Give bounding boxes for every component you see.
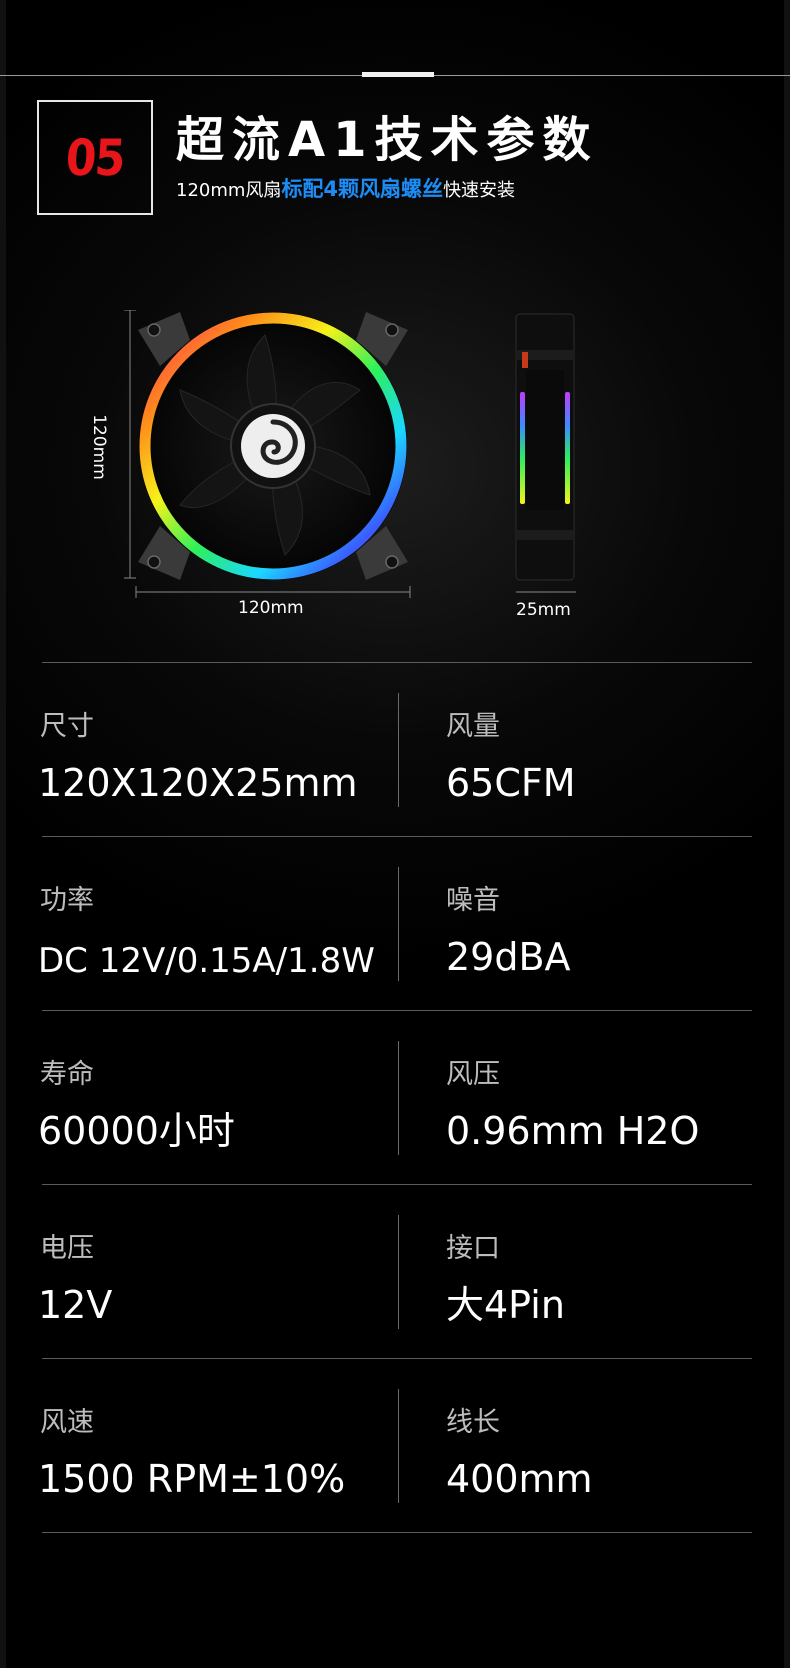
spec-label-airflow: 风量 bbox=[446, 711, 500, 742]
depth-dimension: 25mm bbox=[516, 600, 571, 620]
spec-label-connector: 接口 bbox=[446, 1233, 500, 1264]
spec-label-power: 功率 bbox=[40, 885, 94, 916]
spec-value-airflow: 65CFM bbox=[446, 761, 576, 805]
subtitle-post: 快速安装 bbox=[443, 180, 516, 201]
spec-label-pressure: 风压 bbox=[446, 1059, 500, 1090]
spec-label-voltage: 电压 bbox=[40, 1233, 94, 1264]
spec-value-pressure: 0.96mm H2O bbox=[446, 1109, 700, 1153]
subtitle-pre: 120mm风扇 bbox=[176, 180, 282, 201]
spec-label-lifespan: 寿命 bbox=[40, 1059, 94, 1090]
spec-divider bbox=[42, 1184, 752, 1185]
spec-label-noise: 噪音 bbox=[446, 885, 500, 916]
spec-divider bbox=[42, 662, 752, 663]
spec-label-size: 尺寸 bbox=[40, 711, 94, 742]
spec-value-connector: 大4Pin bbox=[446, 1283, 565, 1327]
spec-value-lifespan: 60000小时 bbox=[38, 1109, 235, 1153]
top-divider-accent bbox=[362, 72, 434, 77]
width-dimension: 120mm bbox=[238, 598, 304, 618]
section-number-box: 05 bbox=[37, 100, 153, 215]
spec-value-size: 120X120X25mm bbox=[38, 761, 358, 805]
spec-value-power: DC 12V/0.15A/1.8W bbox=[38, 941, 375, 981]
right-frame-edge bbox=[784, 0, 790, 1668]
spec-label-speed: 风速 bbox=[40, 1407, 94, 1438]
spec-divider bbox=[42, 836, 752, 837]
spec-column-divider bbox=[398, 1041, 399, 1155]
section-title: 超流A1技术参数 bbox=[176, 112, 599, 168]
spec-label-cable-length: 线长 bbox=[446, 1407, 500, 1438]
spec-value-voltage: 12V bbox=[38, 1283, 113, 1327]
section-number: 05 bbox=[64, 128, 126, 187]
spec-column-divider bbox=[398, 1215, 399, 1329]
spec-page: 05 超流A1技术参数 120mm风扇标配4颗风扇螺丝快速安装 120mm 12… bbox=[0, 0, 790, 1668]
subtitle-highlight: 标配4颗风扇螺丝 bbox=[281, 177, 444, 201]
spec-column-divider bbox=[398, 693, 399, 807]
spec-value-speed: 1500 RPM±10% bbox=[38, 1457, 346, 1501]
spec-value-cable-length: 400mm bbox=[446, 1457, 593, 1501]
section-subtitle: 120mm风扇标配4颗风扇螺丝快速安装 bbox=[176, 176, 515, 204]
spec-divider bbox=[42, 1358, 752, 1359]
spec-column-divider bbox=[398, 867, 399, 981]
height-dimension: 120mm bbox=[88, 414, 109, 480]
spec-value-noise: 29dBA bbox=[446, 935, 571, 979]
left-frame-edge bbox=[0, 0, 6, 1668]
spec-divider bbox=[42, 1532, 752, 1533]
spec-divider bbox=[42, 1010, 752, 1011]
spec-column-divider bbox=[398, 1389, 399, 1503]
